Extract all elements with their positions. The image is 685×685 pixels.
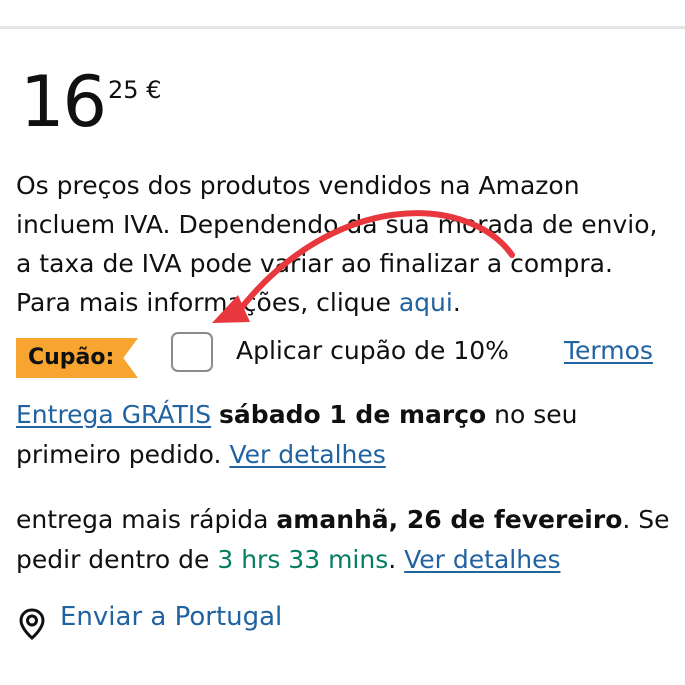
fast-delivery-separator: . (388, 545, 405, 574)
fast-delivery-line-2: pedir dentro de 3 hrs 33 mins. Ver detal… (16, 540, 685, 580)
vat-line-1: Os preços dos produtos vendidos na Amazo… (16, 171, 580, 200)
vat-line-4-text: Para mais informações, clique (16, 288, 399, 317)
vat-line-4-end: . (452, 288, 461, 317)
vat-line-3: a taxa de IVA pode variar ao finalizar a… (16, 249, 613, 278)
price-currency: € (146, 76, 162, 104)
location-pin-icon (19, 608, 45, 640)
free-delivery-line-1: Entrega GRÁTIS sábado 1 de março no seu (16, 395, 578, 435)
vat-info-link[interactable]: aqui (399, 288, 453, 317)
fast-delivery-line-1: entrega mais rápida amanhã, 26 de fevere… (16, 500, 685, 540)
ship-to-label[interactable]: Enviar a Portugal (60, 602, 282, 632)
coupon-terms-link[interactable]: Termos (564, 336, 653, 365)
fast-delivery-details-link[interactable]: Ver detalhes (404, 545, 560, 574)
fast-delivery-prefix: entrega mais rápida (16, 505, 277, 534)
order-countdown: 3 hrs 33 mins (217, 545, 389, 574)
free-delivery-link[interactable]: Entrega GRÁTIS (16, 400, 211, 429)
price-whole: 16 (20, 61, 107, 143)
free-delivery-line-2-text: primeiro pedido. (16, 440, 230, 469)
coupon-checkbox[interactable] (171, 332, 213, 372)
vat-notice: Os preços dos produtos vendidos na Amazo… (16, 166, 685, 322)
free-delivery-suffix: no seu (486, 400, 578, 429)
fast-delivery-date: amanhã, 26 de fevereiro (276, 505, 623, 534)
coupon-row: Cupão: Aplicar cupão de 10% Termos (16, 332, 685, 378)
free-delivery-date: sábado 1 de março (219, 400, 487, 429)
free-delivery-details-link[interactable]: Ver detalhes (229, 440, 385, 469)
vat-line-2: incluem IVA. Dependendo da sua morada de… (16, 210, 658, 239)
price: 16 25 € (20, 61, 161, 143)
coupon-apply-label[interactable]: Aplicar cupão de 10% (236, 336, 509, 365)
fast-delivery-line-2-text: pedir dentro de (16, 545, 218, 574)
free-delivery-line-2: primeiro pedido. Ver detalhes (16, 435, 578, 475)
fast-delivery: entrega mais rápida amanhã, 26 de fevere… (16, 500, 685, 580)
vat-line-4: Para mais informações, clique aqui. (16, 283, 685, 322)
top-divider (0, 26, 685, 29)
coupon-badge: Cupão: (16, 338, 138, 378)
free-delivery: Entrega GRÁTIS sábado 1 de março no seu … (16, 395, 578, 475)
fast-delivery-suffix: . Se (622, 505, 670, 534)
price-fraction: 25 € (108, 76, 161, 104)
price-cents: 25 (108, 76, 139, 104)
